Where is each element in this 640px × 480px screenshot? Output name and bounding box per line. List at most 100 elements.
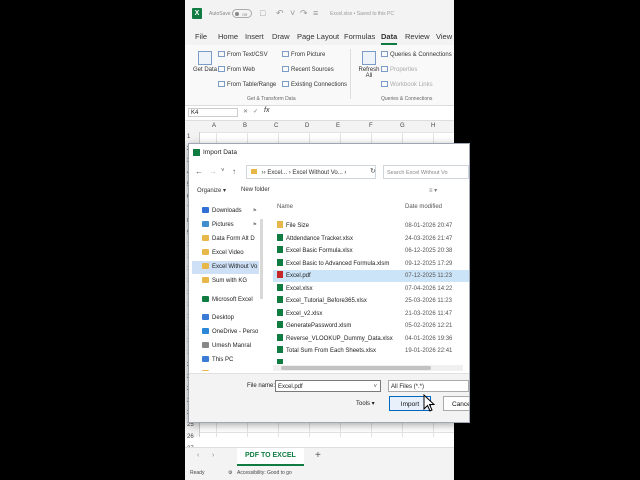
cancel-button[interactable]: Cancel [443,396,469,411]
column-header[interactable]: A [212,123,216,129]
mouse-pointer-icon [423,394,435,412]
function-icon[interactable]: fx [264,107,269,114]
file-row[interactable]: Excel_v2.xlsx 21-03-2026 11:47 [273,308,469,320]
nav-scrollbar[interactable] [260,219,263,299]
cancel-icon[interactable]: ✕ [243,108,248,115]
next-sheet-icon[interactable]: › [212,452,214,459]
file-row[interactable]: Excel_Tutorial_Before365.xlsx 25-03-2026 … [273,295,469,307]
nav-item[interactable]: Data Form Alt D [192,233,259,246]
tools-button[interactable]: Tools ▾ [356,400,375,407]
up-icon[interactable]: ↑ [232,167,236,176]
horizontal-scrollbar[interactable] [273,365,463,371]
prev-sheet-icon[interactable]: ‹ [197,452,199,459]
column-header[interactable]: F [369,123,373,129]
from-web-button[interactable]: From Web [218,66,255,73]
tab-file[interactable]: File [195,32,207,41]
redo-icon[interactable]: ↷ [300,8,308,19]
nav-item[interactable]: Excel Video [192,247,259,260]
view-options-icon[interactable]: ≡ ▾ [429,187,437,194]
column-header[interactable]: H [431,123,435,129]
tab-page-layout[interactable]: Page Layout [297,32,339,41]
nav-item[interactable]: This PC [192,354,259,367]
recent-sources-button[interactable]: Recent Sources [282,66,334,73]
nav-item[interactable]: Microsoft Excel [192,294,259,307]
refresh-icon[interactable]: ↻ [370,167,376,175]
add-sheet-button[interactable]: + [315,450,321,461]
nav-item[interactable]: Sum with KG [192,275,259,288]
column-header[interactable]: C [274,123,278,129]
date-column-header[interactable]: Date modified [405,204,442,210]
tab-review[interactable]: Review [405,32,430,41]
column-header[interactable]: B [243,123,247,129]
row-header[interactable]: 1 [187,134,190,140]
path-segment[interactable]: Excel Without Vo... [292,170,342,176]
file-row[interactable]: Excel.xlsx 07-04-2026 14:22 [273,283,469,295]
file-date: 07-12-2025 11:23 [405,273,452,279]
organize-button[interactable]: Organize ▾ [197,187,226,194]
file-row[interactable]: Excel.pdf 07-12-2025 11:23 [273,270,469,282]
nav-item[interactable]: Excel Without Vo [192,261,259,274]
file-type-select[interactable]: All Files (*.*) [388,380,469,392]
file-row[interactable]: File Size 08-01-2026 20:47 [273,220,469,232]
formula-input[interactable] [277,108,452,117]
tab-home[interactable]: Home [218,32,238,41]
nav-item[interactable]: Desktop [192,312,259,325]
recent-locations-icon[interactable]: ˅ [221,168,225,174]
from-table-button[interactable]: From Table/Range [218,81,276,88]
path-box[interactable]: ›› Excel... › Excel Without Vo... › [246,165,376,179]
customize-icon[interactable]: ≡ [313,8,318,18]
file-row[interactable]: Excel Basic to Advanced Formula.xlsm 09-1… [273,258,469,270]
file-row[interactable]: Attdendance Tracker.xlsx 24-03-2026 21:47 [273,233,469,245]
accessibility-status[interactable]: Accessibility: Good to go [237,470,292,476]
file-row[interactable]: Excel Basic Formula.xlsx 06-12-2025 20:38 [273,245,469,257]
xlsx-file-icon [277,258,283,266]
nav-item[interactable]: Libraries [192,368,259,371]
folder-icon [202,328,209,334]
tab-draw[interactable]: Draw [272,32,290,41]
forward-icon[interactable]: → [209,167,217,176]
autosave-toggle[interactable]: Off [232,9,252,18]
back-icon[interactable]: ← [195,167,203,176]
nav-item[interactable]: Pictures ⚑ [192,219,259,232]
folder-icon [202,342,209,348]
nav-item[interactable]: Umesh Manral [192,340,259,353]
file-name-input[interactable]: Excel.pdf ˅ [275,380,381,392]
enter-icon[interactable]: ✓ [253,108,258,115]
xlsx-file-icon [277,283,283,291]
column-header[interactable]: E [336,123,340,129]
file-row[interactable]: GeneratePassword.xlsm 05-02-2026 12:21 [273,320,469,332]
search-box[interactable]: Search Excel Without Vo [383,165,469,179]
path-segment[interactable]: Excel... [267,170,287,176]
properties-button[interactable]: Properties [381,66,417,73]
tab-data[interactable]: Data [381,32,398,45]
refresh-all-button[interactable]: Refresh All [355,51,383,79]
new-folder-button[interactable]: New folder [241,187,270,193]
file-row[interactable]: Total Sum From Each Sheets.xlsx 19-01-202… [273,345,469,357]
from-text-button[interactable]: From Text/CSV [218,51,268,58]
file-row[interactable]: Reverse_VLOOKUP_Dummy_Data.xlsx 04-01-202… [273,333,469,345]
nav-item[interactable]: Downloads ⚑ [192,205,259,218]
get-data-button[interactable]: Get Data [193,51,217,73]
file-row[interactable] [273,358,469,364]
queries-connections-button[interactable]: Queries & Connections [381,51,452,58]
tab-formulas[interactable]: Formulas [344,32,375,41]
tab-view[interactable]: View [436,32,452,41]
sheet-tab[interactable]: PDF TO EXCEL [237,448,304,466]
existing-connections-button[interactable]: Existing Connections [282,81,347,88]
workbook-links-button[interactable]: Workbook Links [381,81,433,88]
nav-item[interactable]: OneDrive - Perso [192,326,259,339]
save-icon[interactable]: □ [260,8,265,18]
from-picture-button[interactable]: From Picture [282,51,325,58]
name-box[interactable]: K4 [188,108,238,117]
nav-item-label: This PC [212,357,234,363]
name-column-header[interactable]: Name [277,204,293,210]
file-date: 08-01-2026 20:47 [405,223,453,229]
tab-insert[interactable]: Insert [245,32,264,41]
column-header[interactable]: G [400,123,405,129]
row-header[interactable]: 26 [187,434,194,440]
undo-icon[interactable]: ↶ [276,8,284,19]
scroll-thumb[interactable] [281,366,431,370]
dropdown-icon[interactable]: ˅ [290,8,295,18]
chevron-down-icon[interactable]: ˅ [373,381,377,393]
column-header[interactable]: D [305,123,309,129]
